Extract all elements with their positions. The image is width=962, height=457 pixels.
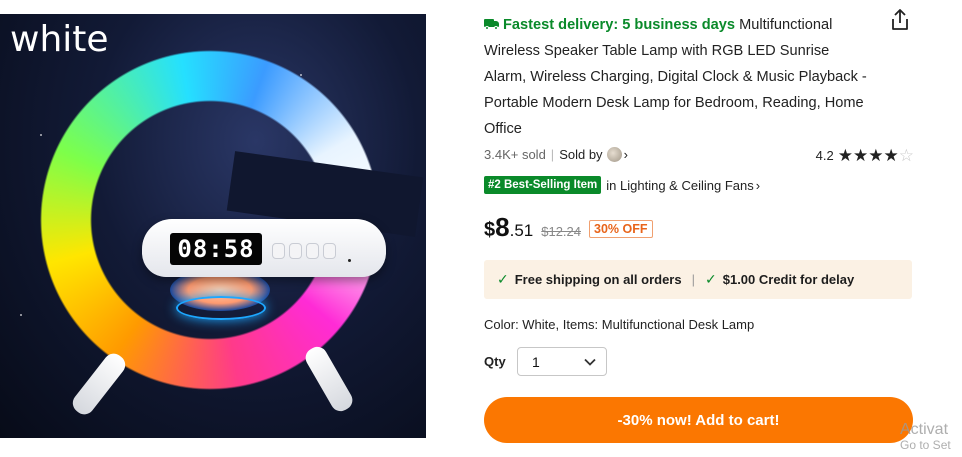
- sold-count: 3.4K+ sold: [484, 147, 546, 162]
- rating-value: 4.2: [815, 148, 834, 163]
- lamp-leg: [301, 343, 357, 415]
- product-image[interactable]: 08:58 white: [0, 14, 426, 438]
- chevron-right-icon: ›: [623, 147, 628, 162]
- star-filled-icon: ★: [868, 146, 884, 165]
- sales-meta-row: 3.4K+ sold | Sold by › 4.2 ★ ★ ★ ★ ☆: [484, 147, 914, 169]
- lamp-indicator-dot: [348, 259, 351, 262]
- lamp-base-unit: 08:58: [142, 219, 386, 277]
- best-seller-badge: #2 Best-Selling Item: [484, 176, 602, 194]
- check-icon: ✓: [705, 271, 717, 287]
- seller-avatar: [606, 147, 622, 162]
- discount-badge: 30% OFF: [589, 220, 653, 238]
- product-title: Multifunctional Wireless Speaker Table L…: [484, 17, 867, 137]
- product-details: Fastest delivery: 5 business days Multif…: [484, 12, 914, 142]
- quantity-value: 1: [532, 353, 540, 370]
- watermark-line2: Go to Set: [900, 437, 951, 452]
- lamp-leg: [68, 349, 130, 419]
- best-seller-row[interactable]: #2 Best-Selling Item in Lighting & Ceili…: [484, 176, 760, 194]
- chevron-down-icon: [584, 358, 596, 366]
- star-filled-icon: ★: [853, 146, 869, 165]
- price-whole: 8: [495, 212, 510, 242]
- background-star: [20, 314, 22, 316]
- quantity-label: Qty: [484, 354, 506, 369]
- original-price: $12.24: [541, 224, 581, 239]
- lamp-control-buttons: [272, 243, 336, 259]
- free-shipping-text: Free shipping on all orders: [514, 272, 682, 287]
- delay-credit-text: $1.00 Credit for delay: [722, 272, 855, 287]
- delivery-truck-icon: [484, 19, 499, 30]
- lamp-control-button: [272, 243, 285, 259]
- price-currency: $: [484, 219, 496, 241]
- watermark-line1: Activat: [900, 421, 949, 438]
- divider: |: [550, 147, 555, 162]
- check-icon: ✓: [497, 271, 509, 287]
- digital-clock-display: 08:58: [170, 233, 262, 265]
- lamp-control-button: [323, 243, 336, 259]
- selected-variant: Color: White, Items: Multifunctional Des…: [484, 317, 755, 332]
- activation-watermark: Activat Go to Set: [900, 421, 951, 452]
- sold-by-label: Sold by: [559, 147, 603, 162]
- product-title-block: Fastest delivery: 5 business days Multif…: [484, 12, 874, 142]
- add-to-cart-button[interactable]: -30% now! Add to cart!: [484, 397, 913, 443]
- wireless-charger-ring: [176, 296, 266, 320]
- sold-by-link[interactable]: Sold by ›: [559, 147, 628, 162]
- rank-category-link[interactable]: in Lighting & Ceiling Fans: [606, 178, 753, 193]
- background-star: [40, 134, 42, 136]
- star-filled-icon: ★: [837, 146, 853, 165]
- star-filled-icon: ★: [883, 146, 899, 165]
- divider: |: [691, 272, 695, 287]
- star-empty-icon: ☆: [898, 146, 914, 165]
- price-row: $ 8 .51 $12.24 30% OFF: [484, 212, 653, 243]
- price-cents: .51: [509, 221, 534, 240]
- lamp-control-button: [289, 243, 302, 259]
- chevron-right-icon: ›: [755, 177, 761, 193]
- lamp-control-button: [306, 243, 319, 259]
- delivery-label: Fastest delivery: 5 business days: [503, 17, 735, 33]
- quantity-select[interactable]: 1: [517, 347, 607, 376]
- product-rating[interactable]: 4.2 ★ ★ ★ ★ ☆: [816, 147, 914, 164]
- quantity-row: Qty 1: [484, 347, 607, 376]
- shipping-banner[interactable]: ✓ Free shipping on all orders | ✓ $1.00 …: [484, 260, 912, 299]
- image-variant-caption: white: [10, 19, 109, 60]
